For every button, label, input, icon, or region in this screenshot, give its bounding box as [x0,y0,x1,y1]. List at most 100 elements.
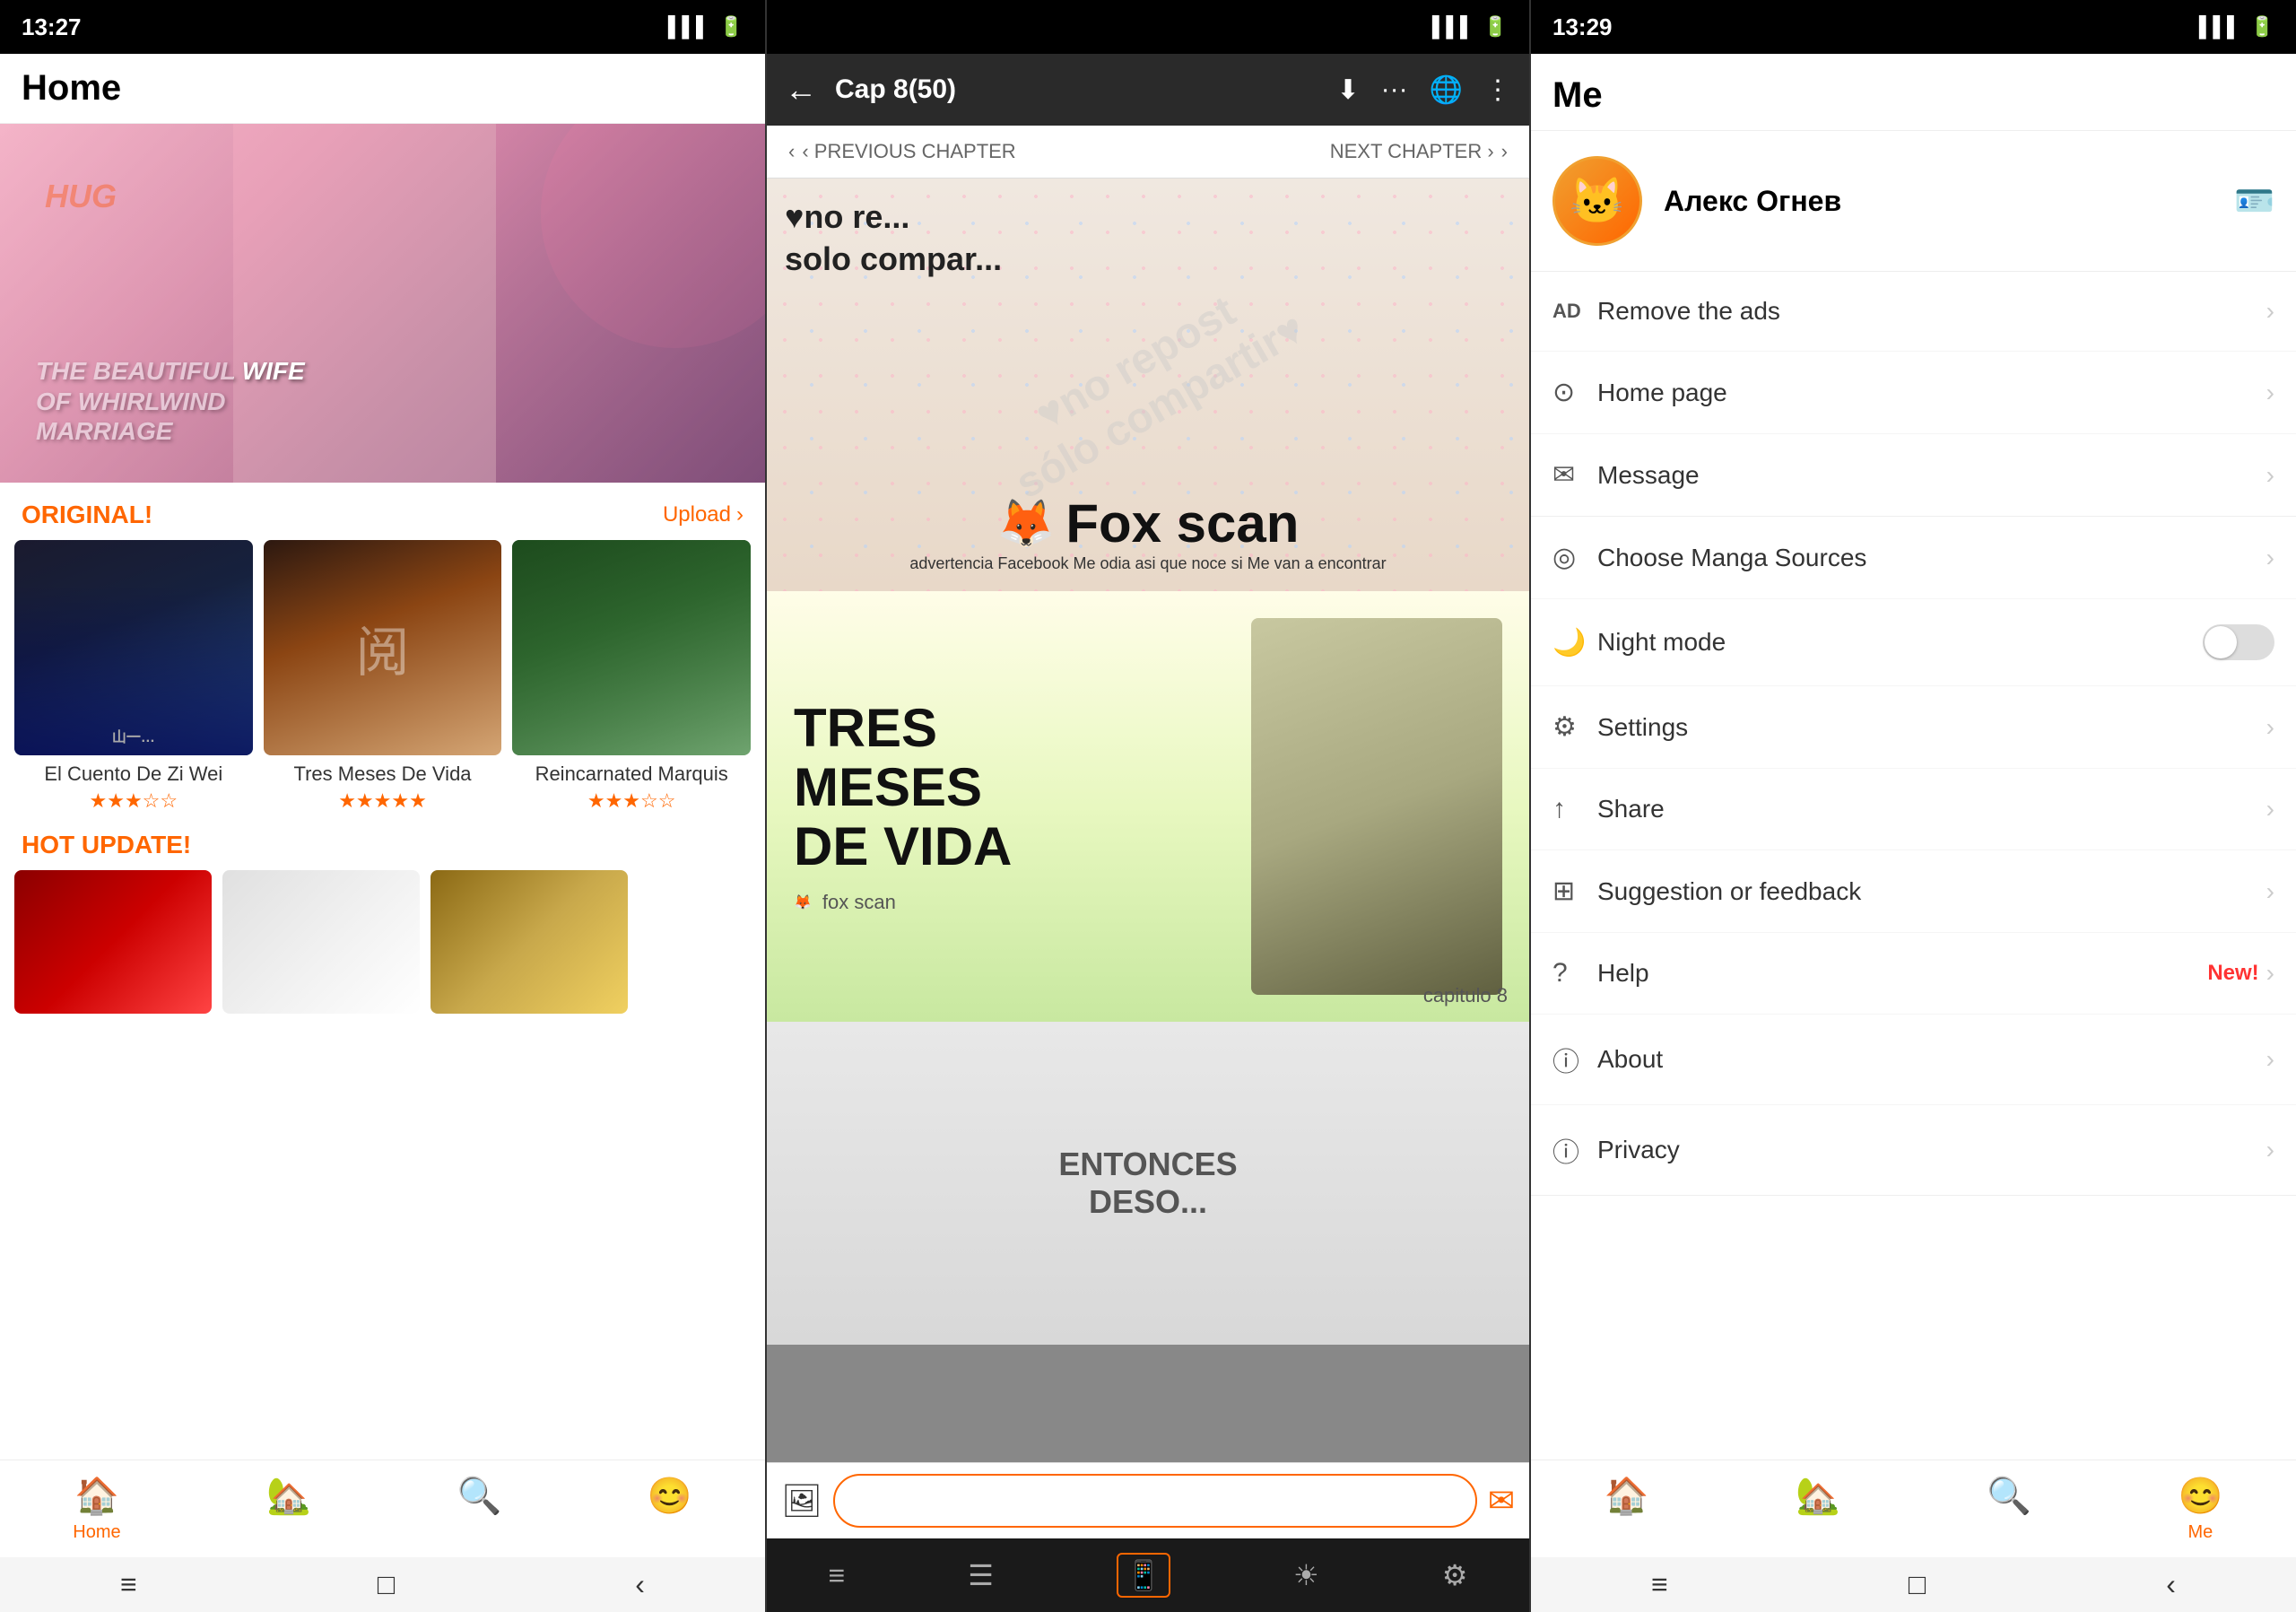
menu-settings[interactable]: ⚙ Settings › [1531,686,2296,769]
nav-home[interactable]: 🏠 Home [73,1475,120,1543]
reader-panel: ▌▌▌ 🔋 ← Cap 8(50) ⬇ ··· 🌐 ⋮ ‹ ‹ PREVIOUS… [765,0,1531,1612]
reader-header: ← Cap 8(50) ⬇ ··· 🌐 ⋮ [767,54,1529,126]
wifi-icon: 🔋 [719,15,744,39]
nav-library[interactable]: 🏡 [266,1475,311,1543]
menu-share[interactable]: ↑ Share › [1531,769,2296,850]
search-icon-right: 🔍 [1987,1475,2031,1517]
reader-chapters-btn[interactable]: ☰ [968,1558,994,1592]
message-icon: ✉ [1552,459,1597,491]
manga-overlay-1: 山一… [14,583,253,755]
profile-card-icon[interactable]: 🪪 [2234,182,2274,220]
night-mode-icon: 🌙 [1552,627,1597,658]
back-btn-right[interactable]: ‹ [2166,1568,2176,1601]
reader-settings-btn[interactable]: ⚙ [1442,1558,1468,1592]
home-btn[interactable]: □ [378,1568,395,1601]
page2-meses: MESES [794,758,1012,817]
manga-overlay-3 [512,540,751,755]
arrow-privacy: › [2266,1136,2274,1164]
manga-item-3[interactable]: Reincarnated Marquis ★★★☆☆ [512,540,751,813]
hot-grid [0,870,765,1014]
nav-right-home[interactable]: 🏠 [1605,1475,1649,1543]
about-label: About [1597,1045,2266,1074]
manga-overlay-2: 阅 [264,540,502,755]
banner[interactable]: HUG THE BEAUTIFUL WIFE OF WHIRLWIND MARR… [0,124,765,483]
status-bar-left: 13:27 ▌▌▌ 🔋 [0,0,765,54]
reader-phone-btn[interactable]: 📱 [1117,1553,1170,1598]
avatar-emoji: 🐱 [1570,175,1625,228]
manga-item-1[interactable]: 山一… El Cuento De Zi Wei ★★★☆☆ [14,540,253,813]
arrow-sources: › [2266,544,2274,572]
nav-right-me[interactable]: 😊 Me [2178,1475,2222,1543]
nav-right-search[interactable]: 🔍 [1987,1475,2031,1543]
manga-item-2[interactable]: 阅 Tres Meses De Vida ★★★★★ [264,540,502,813]
page3-text: ENTONCES DESO... [1058,1146,1237,1221]
upload-link[interactable]: Upload › [663,502,744,527]
prev-chapter-btn[interactable]: ‹ ‹ PREVIOUS CHAPTER [767,126,1038,178]
battery-icon-middle: 🔋 [1483,15,1508,39]
time-left: 13:27 [22,13,82,41]
manga-stars-3: ★★★☆☆ [587,789,676,813]
menu-btn-right[interactable]: ≡ [1651,1568,1668,1601]
home-btn-right[interactable]: □ [1909,1568,1926,1601]
manga-cover-3 [512,540,751,755]
profile-section[interactable]: 🐱 Алекс Огнев 🪪 [1531,131,2296,272]
profile-nav-icon: 😊 [648,1475,692,1517]
me-nav-icon: 😊 [2178,1475,2222,1517]
hot-cover-2[interactable] [222,870,420,1014]
menu-section-top: AD Remove the ads › ⊙ Home page › ✉ Mess… [1531,272,2296,517]
back-btn[interactable]: ‹ [635,1568,645,1601]
manga-grid: 山一… El Cuento De Zi Wei ★★★☆☆ 阅 Tres Mes… [0,540,765,813]
settings-label: Settings [1597,713,2266,742]
user-avatar: 🐱 [1552,156,1642,246]
foxscan-logo-small: 🦊 [794,893,812,911]
hot-cover-3[interactable] [430,870,628,1014]
remove-ads-label: Remove the ads [1597,297,2266,326]
comment-input[interactable] [833,1474,1477,1528]
reader-header-icons: ⬇ ··· 🌐 ⋮ [1337,74,1511,106]
privacy-label: Privacy [1597,1136,2266,1164]
help-icon: ? [1552,958,1597,989]
menu-help[interactable]: ? Help New! › [1531,933,2296,1015]
menu-night-mode[interactable]: 🌙 Night mode [1531,599,2296,686]
feedback-label: Suggestion or feedback [1597,877,2266,906]
ad-icon: AD [1552,300,1597,323]
banner-figure-right [496,124,765,483]
feedback-icon: ⊞ [1552,876,1597,907]
night-mode-toggle[interactable] [2203,624,2274,660]
menu-feedback[interactable]: ⊞ Suggestion or feedback › [1531,850,2296,933]
send-icon[interactable]: ✉ [1488,1482,1515,1520]
nav-right-library[interactable]: 🏡 [1796,1475,1840,1543]
back-arrow[interactable]: ← [785,71,817,109]
arrow-share: › [2266,795,2274,823]
menu-privacy[interactable]: ⓘ Privacy › [1531,1105,2296,1195]
arrow-icon: › [736,502,744,527]
reader-brightness-btn[interactable]: ☀ [1293,1558,1319,1592]
menu-btn[interactable]: ≡ [120,1568,137,1601]
reader-menu-btn[interactable]: ≡ [829,1559,846,1592]
reader-content[interactable]: ♥no re... solo compar... ♥no repostsólo … [767,179,1529,1462]
manga-title-1: El Cuento De Zi Wei [44,762,222,786]
help-badge: New! [2207,961,2258,986]
me-panel: 13:29 ▌▌▌ 🔋 Me 🐱 Алекс Огнев 🪪 AD Remove… [1531,0,2296,1612]
menu-home-page[interactable]: ⊙ Home page › [1531,352,2296,434]
menu-remove-ads[interactable]: AD Remove the ads › [1531,272,2296,352]
kebab-icon[interactable]: ⋮ [1484,74,1511,106]
me-nav-label: Me [2187,1522,2213,1543]
page1-foxscan: 🦊 Fox scan advertencia Facebook Me odia … [785,492,1511,573]
menu-choose-sources[interactable]: ◎ Choose Manga Sources › [1531,517,2296,599]
image-icon[interactable]: 🖼 [781,1482,822,1520]
time-right: 13:29 [1552,13,1613,41]
about-icon: ⓘ [1552,1040,1597,1079]
globe-icon[interactable]: 🌐 [1430,74,1463,106]
download-icon[interactable]: ⬇ [1337,74,1360,106]
next-chapter-btn[interactable]: NEXT CHAPTER › › [1309,126,1529,178]
hot-cover-1[interactable] [14,870,212,1014]
home-panel: 13:27 ▌▌▌ 🔋 Home HUG THE BEAUTIFUL WIFE … [0,0,765,1612]
more-icon[interactable]: ··· [1381,74,1408,106]
nav-search[interactable]: 🔍 [457,1475,502,1543]
menu-about[interactable]: ⓘ About › [1531,1015,2296,1105]
home-title-text: Home [22,68,121,108]
menu-message[interactable]: ✉ Message › [1531,434,2296,516]
nav-profile[interactable]: 😊 [648,1475,692,1543]
next-label: NEXT CHAPTER › [1330,140,1494,163]
